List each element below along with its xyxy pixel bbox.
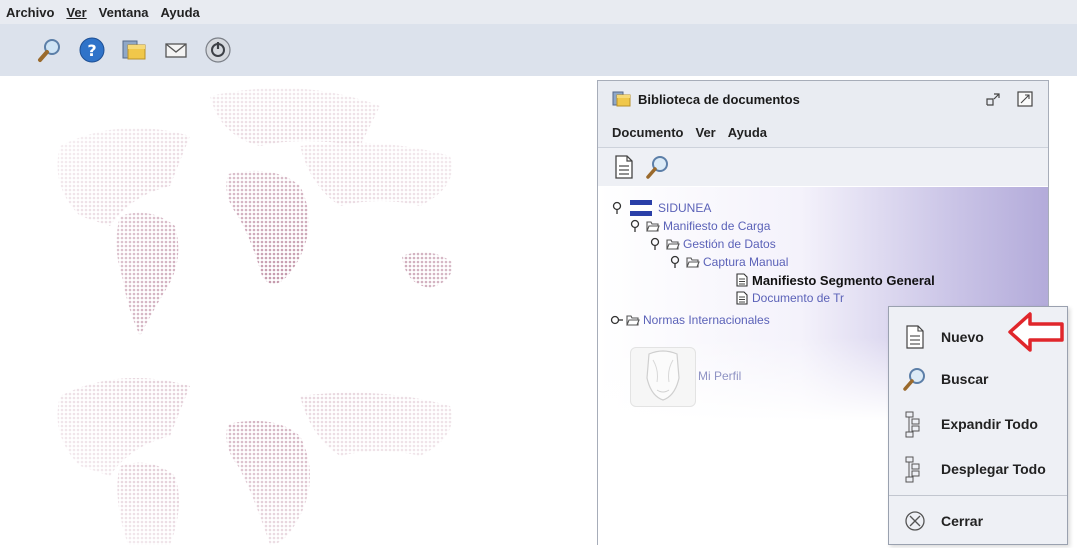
menu-item-desplegar-todo[interactable]: Desplegar Todo — [889, 447, 1067, 491]
tree-handle-expanded-icon[interactable] — [610, 201, 624, 215]
tree-handle-expanded-icon[interactable] — [668, 255, 682, 269]
document-library-icon[interactable] — [118, 34, 150, 66]
profile-avatar[interactable] — [630, 347, 696, 407]
tree-label-manifiesto-carga: Manifiesto de Carga — [663, 219, 771, 233]
menu-item-label: Cerrar — [941, 513, 984, 529]
flag-icon — [630, 200, 652, 216]
menu-item-label: Expandir Todo — [941, 416, 1038, 432]
power-icon[interactable] — [202, 34, 234, 66]
tree-label-manifiesto-segmento-general: Manifiesto Segmento General — [752, 272, 935, 288]
restore-icon[interactable] — [984, 90, 1002, 108]
menu-item-expandir-todo[interactable]: Expandir Todo — [889, 402, 1067, 446]
tree-node-normas-internacionales[interactable]: Normas Internacionales — [610, 311, 770, 329]
new-document-icon — [901, 323, 929, 351]
tree-label-captura-manual: Captura Manual — [703, 255, 789, 269]
expand-all-icon — [901, 410, 929, 438]
document-icon — [736, 291, 748, 305]
tree-node-gestion-datos[interactable]: Gestión de Datos — [648, 235, 776, 253]
menu-item-buscar[interactable]: Buscar — [889, 357, 1067, 401]
search-icon[interactable] — [644, 153, 672, 181]
menu-ver[interactable]: Ver — [696, 125, 716, 140]
pointer-arrow-icon — [1008, 312, 1064, 352]
tree-handle-expanded-icon[interactable] — [628, 219, 642, 233]
document-icon — [736, 273, 748, 287]
window-toolbar — [598, 148, 1048, 186]
menu-ayuda[interactable]: Ayuda — [728, 125, 767, 140]
folder-open-icon — [686, 257, 700, 268]
help-icon[interactable]: ? — [76, 34, 108, 66]
folder-open-icon — [666, 239, 680, 250]
tree-handle-collapsed-icon[interactable] — [610, 313, 624, 327]
folder-open-icon — [626, 315, 640, 326]
world-map-watermark — [0, 76, 600, 545]
tree-label-gestion-datos: Gestión de Datos — [683, 237, 776, 251]
window-menu-bar: Documento Ver Ayuda — [598, 117, 1048, 148]
tree-handle-expanded-icon[interactable] — [648, 237, 662, 251]
mail-icon[interactable] — [160, 34, 192, 66]
tree-node-root[interactable]: SIDUNEA — [610, 199, 711, 217]
menu-archivo[interactable]: Archivo — [6, 5, 54, 20]
menu-ver[interactable]: Ver — [66, 5, 86, 20]
menu-documento[interactable]: Documento — [612, 125, 684, 140]
new-document-icon[interactable] — [610, 153, 638, 181]
menu-item-label: Desplegar Todo — [941, 461, 1046, 477]
avatar-icon — [646, 350, 680, 401]
menu-bar: Archivo Ver Ventana Ayuda — [0, 0, 1077, 24]
document-library-icon — [612, 89, 632, 109]
menu-separator — [889, 495, 1067, 496]
menu-item-cerrar[interactable]: Cerrar — [889, 499, 1067, 543]
tree-leaf-documento-de-tr[interactable]: Documento de Tr — [735, 289, 844, 307]
window-title-bar[interactable]: Biblioteca de documentos — [598, 81, 1048, 117]
tree-node-captura-manual[interactable]: Captura Manual — [668, 253, 788, 271]
tree-label-documento-de-tr: Documento de Tr — [752, 291, 845, 305]
menu-item-label: Nuevo — [941, 329, 984, 345]
folder-open-icon — [646, 221, 660, 232]
tree-leaf-manifiesto-segmento-general[interactable]: Manifiesto Segmento General — [735, 271, 935, 289]
search-icon — [901, 365, 929, 393]
tree-label-sidunea: SIDUNEA — [658, 201, 712, 215]
menu-ayuda[interactable]: Ayuda — [161, 5, 200, 20]
menu-ventana[interactable]: Ventana — [99, 5, 149, 20]
tree-label-normas-internacionales: Normas Internacionales — [643, 313, 770, 327]
tree-node-manifiesto-carga[interactable]: Manifiesto de Carga — [628, 217, 770, 235]
profile-label[interactable]: Mi Perfil — [698, 369, 741, 383]
window-title: Biblioteca de documentos — [638, 91, 800, 107]
svg-text:?: ? — [87, 41, 96, 60]
menu-item-label: Buscar — [941, 371, 989, 387]
toolbar: ? — [0, 24, 1077, 76]
maximize-icon[interactable] — [1016, 90, 1034, 108]
search-icon[interactable] — [34, 34, 66, 66]
close-circle-icon — [901, 507, 929, 535]
collapse-all-icon — [901, 455, 929, 483]
